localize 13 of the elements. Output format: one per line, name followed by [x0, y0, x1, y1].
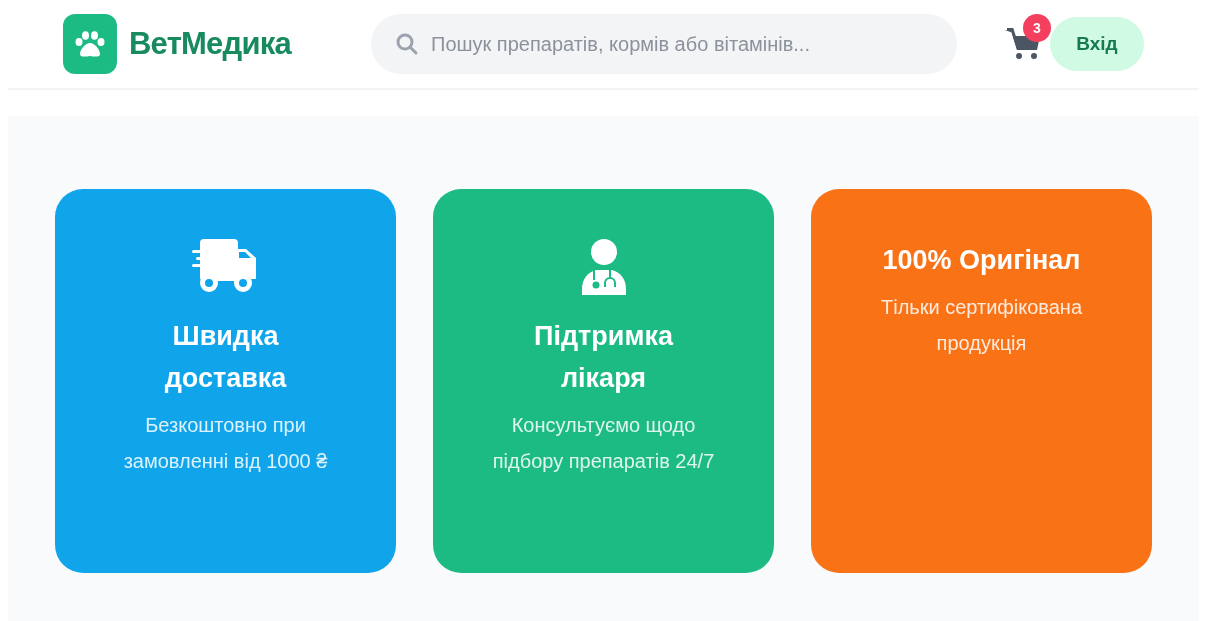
login-button[interactable]: Вхід	[1050, 17, 1144, 71]
feature-description: Тільки сертифікована продукція	[879, 295, 1084, 356]
feature-title: Швидка доставка	[163, 320, 288, 395]
feature-description: Безкоштовно при замовленні від 1000 ₴	[122, 413, 329, 474]
feature-description: Консультуємо щодо підбору препаратів 24/7	[491, 413, 716, 474]
search-field[interactable]: Пошук препаратів, кормів або вітамінів...	[371, 14, 957, 74]
brand-name: ВетМедика	[129, 24, 291, 63]
paw-logo-icon	[63, 14, 117, 74]
feature-title: Підтримка лікаря	[533, 320, 675, 395]
cart-count-badge: 3	[1023, 14, 1051, 42]
feature-title: 100% Оригінал	[882, 244, 1081, 277]
search-icon	[395, 32, 419, 56]
doctor-icon	[579, 239, 628, 295]
